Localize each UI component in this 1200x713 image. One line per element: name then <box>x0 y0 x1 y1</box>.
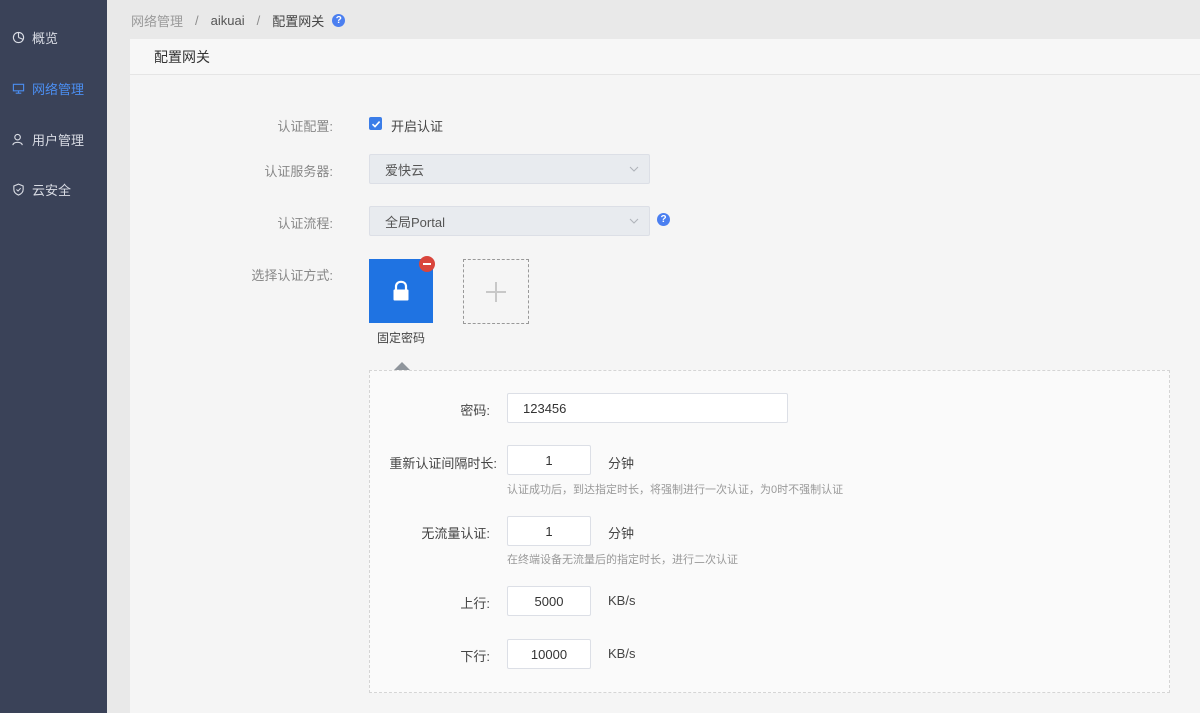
auth-server-value: 爱快云 <box>385 162 425 178</box>
no-traffic-input[interactable]: 1 <box>507 516 591 546</box>
no-traffic-value: 1 <box>545 523 553 539</box>
main-panel: 配置网关 认证配置: 开启认证 认证服务器: 爱快云 认证流程: 全局Porta… <box>130 39 1200 713</box>
sidebar-item-network[interactable]: 网络管理 <box>0 73 107 103</box>
upload-value: 5000 <box>534 593 564 609</box>
panel-title-text: 配置网关 <box>154 48 210 65</box>
checkmark-icon <box>371 120 380 128</box>
pie-chart-icon <box>12 31 25 44</box>
auth-server-select[interactable]: 爱快云 <box>369 154 650 184</box>
reauth-interval-hint: 认证成功后，到达指定时长，将强制进行一次认证，为0时不强制认证 <box>507 484 844 496</box>
shield-icon <box>12 183 25 196</box>
download-unit: KB/s <box>608 646 636 661</box>
sidebar-item-cloud-security[interactable]: 云安全 <box>0 174 107 204</box>
auth-method-label: 选择认证方式: <box>251 268 333 283</box>
panel-title: 配置网关 <box>130 39 1200 75</box>
auth-flow-value: 全局Portal <box>385 214 445 230</box>
no-traffic-hint: 在终端设备无流量后的指定时长，进行二次认证 <box>507 554 738 566</box>
download-value: 10000 <box>530 646 568 662</box>
sidebar-item-label: 云安全 <box>32 182 72 198</box>
download-label: 下行: <box>460 649 490 664</box>
reauth-interval-value: 1 <box>545 452 553 468</box>
top-bar: 网络管理 / aikuai / 配置网关 ? <box>107 0 1200 38</box>
auth-flow-label: 认证流程: <box>277 216 333 231</box>
breadcrumb-item-network[interactable]: 网络管理 <box>131 11 183 30</box>
lock-icon <box>393 280 409 301</box>
no-traffic-label: 无流量认证: <box>421 526 490 541</box>
sidebar-item-label: 用户管理 <box>32 132 85 148</box>
add-auth-method-button[interactable] <box>463 259 529 324</box>
help-icon[interactable]: ? <box>332 14 346 27</box>
sidebar-item-overview[interactable]: 概览 <box>0 22 107 52</box>
upload-input[interactable]: 5000 <box>507 586 591 616</box>
sidebar-item-label: 概览 <box>32 30 59 46</box>
breadcrumb: 网络管理 / aikuai / 配置网关 ? <box>131 11 346 30</box>
enable-auth-label[interactable]: 开启认证 <box>391 116 443 135</box>
sidebar-item-label: 网络管理 <box>32 81 85 97</box>
minus-icon <box>423 263 431 265</box>
sidebar: 概览 网络管理 用户管理 云安全 <box>0 0 107 713</box>
password-label: 密码: <box>460 403 490 418</box>
no-traffic-unit: 分钟 <box>608 526 635 541</box>
reauth-interval-label: 重新认证间隔时长: <box>389 456 497 471</box>
monitor-icon <box>12 82 25 95</box>
breadcrumb-separator: / <box>195 13 199 28</box>
plus-icon <box>486 281 506 302</box>
breadcrumb-item-current: 配置网关 <box>272 14 325 29</box>
chevron-down-icon <box>629 218 639 224</box>
breadcrumb-separator: / <box>256 13 261 28</box>
user-icon <box>12 133 25 146</box>
download-input[interactable]: 10000 <box>507 639 591 669</box>
auth-flow-help-icon[interactable]: ? <box>657 213 670 226</box>
password-input[interactable]: 123456 <box>507 393 788 423</box>
auth-config-label: 认证配置: <box>277 119 333 134</box>
sidebar-item-users[interactable]: 用户管理 <box>0 124 107 154</box>
auth-server-label: 认证服务器: <box>264 164 333 179</box>
reauth-interval-unit: 分钟 <box>608 456 635 471</box>
auth-flow-select[interactable]: 全局Portal <box>369 206 650 236</box>
password-value: 123456 <box>523 400 567 416</box>
upload-unit: KB/s <box>608 593 636 608</box>
chevron-down-icon <box>629 166 639 172</box>
enable-auth-checkbox[interactable] <box>369 117 382 130</box>
reauth-interval-input[interactable]: 1 <box>507 445 591 475</box>
breadcrumb-item-aikuai[interactable]: aikuai <box>211 13 245 28</box>
remove-auth-method-button[interactable] <box>419 256 435 272</box>
upload-label: 上行: <box>460 596 490 611</box>
auth-method-caption: 固定密码 <box>376 331 425 345</box>
